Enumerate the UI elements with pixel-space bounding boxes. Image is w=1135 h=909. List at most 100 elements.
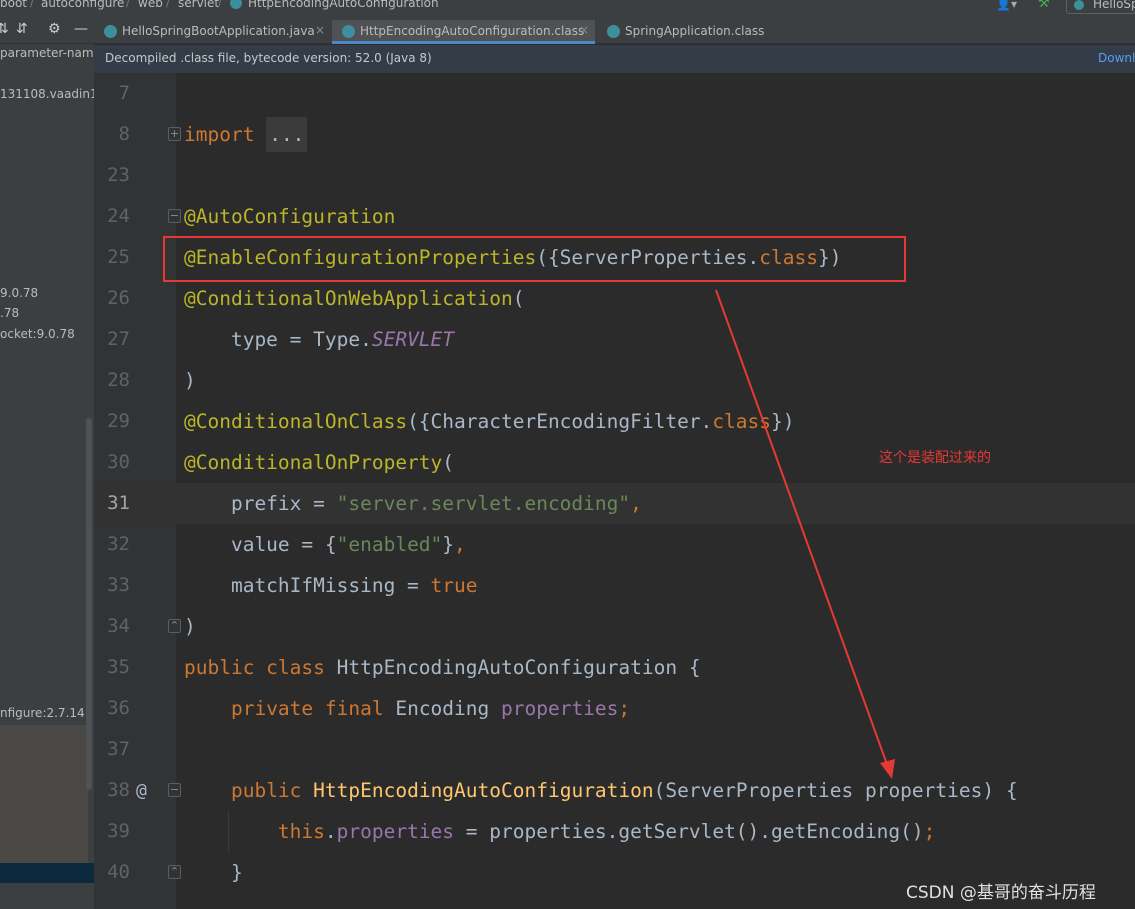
fold-collapse-icon[interactable]: − bbox=[168, 783, 181, 797]
tree-item[interactable]: 131108.vaadin1 bbox=[0, 87, 94, 101]
collapse-all-icon[interactable]: ⇅ bbox=[0, 21, 9, 37]
spring-boot-icon bbox=[1074, 0, 1084, 10]
code-line[interactable]: type = Type.SERVLET bbox=[184, 319, 454, 360]
tab-label: SpringApplication.class bbox=[625, 24, 765, 38]
download-sources-link[interactable]: Downl bbox=[1098, 51, 1135, 65]
run-configuration-label: HelloSp bbox=[1093, 0, 1135, 11]
build-hammer-icon[interactable]: ⚒ bbox=[1038, 0, 1050, 11]
tree-item[interactable]: 9.0.78 bbox=[0, 286, 38, 300]
line-number: 34 bbox=[107, 615, 130, 637]
tab-hellospringbootapplication[interactable]: HelloSpringBootApplication.java × bbox=[94, 20, 331, 44]
gear-icon[interactable]: ⚙ bbox=[48, 21, 61, 37]
code-line[interactable]: @ConditionalOnClass({CharacterEncodingFi… bbox=[184, 401, 795, 442]
code-token: = properties.getServlet().getEncoding() bbox=[454, 820, 924, 843]
breadcrumb-item[interactable]: HttpEncodingAutoConfiguration bbox=[248, 0, 439, 10]
line-number: 31 bbox=[107, 492, 130, 514]
code-token: matchIfMissing = bbox=[184, 574, 431, 597]
code-token: prefix = bbox=[184, 492, 337, 515]
code-line[interactable]: import ... bbox=[184, 114, 308, 155]
tab-springapplication[interactable]: SpringApplication.class bbox=[597, 20, 783, 44]
user-icon[interactable]: 👤▾ bbox=[996, 0, 1017, 11]
code-token: SERVLET bbox=[371, 328, 455, 351]
code-line[interactable]: ) bbox=[184, 360, 196, 401]
code-line[interactable]: @AutoConfiguration bbox=[184, 196, 395, 237]
expand-icon[interactable]: ⇵ bbox=[16, 21, 28, 37]
code-line[interactable]: public HttpEncodingAutoConfiguration(Ser… bbox=[184, 770, 1018, 811]
fold-expand-icon[interactable]: + bbox=[168, 127, 181, 141]
breadcrumb-item[interactable]: servlet bbox=[178, 0, 219, 10]
code-token: class bbox=[712, 410, 772, 433]
tree-item[interactable]: .78 bbox=[0, 306, 19, 320]
code-token: @ConditionalOnProperty bbox=[184, 451, 443, 474]
breadcrumb-separator: / bbox=[30, 0, 35, 9]
line-number: 28 bbox=[107, 369, 130, 391]
line-number: 39 bbox=[107, 820, 130, 842]
line-number: 29 bbox=[107, 410, 130, 432]
code-token: ( bbox=[442, 451, 455, 474]
hide-icon[interactable]: — bbox=[74, 21, 88, 37]
code-line[interactable]: @ConditionalOnProperty( bbox=[184, 442, 454, 483]
code-token: ) bbox=[184, 615, 196, 638]
code-token: }) bbox=[771, 410, 795, 433]
code-token: private final bbox=[230, 697, 384, 720]
code-line[interactable]: ) bbox=[184, 606, 196, 647]
code-token: public bbox=[230, 779, 302, 802]
code-line[interactable]: private final Encoding properties; bbox=[184, 688, 630, 729]
code-line[interactable]: value = {"enabled"}, bbox=[184, 524, 466, 565]
tab-label: HelloSpringBootApplication.java bbox=[122, 24, 315, 38]
editor-tabs: HelloSpringBootApplication.java × HttpEn… bbox=[94, 20, 1135, 44]
line-number: 23 bbox=[107, 164, 130, 186]
breadcrumb-item[interactable]: web bbox=[138, 0, 163, 10]
code-line[interactable]: } bbox=[184, 852, 243, 893]
breadcrumb-separator: / bbox=[166, 0, 171, 9]
watermark: CSDN @基哥的奋斗历程 bbox=[906, 883, 1096, 903]
code-token: @AutoConfiguration bbox=[184, 205, 396, 228]
tab-httpencodingautoconfiguration[interactable]: HttpEncodingAutoConfiguration.class × bbox=[332, 20, 595, 44]
fold-collapse-icon[interactable]: ⌃ bbox=[168, 865, 181, 879]
breadcrumb-item[interactable]: autoconfigure bbox=[41, 0, 124, 10]
project-scrollbar[interactable] bbox=[86, 418, 92, 790]
run-configuration-selector[interactable]: HelloSp bbox=[1066, 0, 1135, 14]
java-class-icon bbox=[607, 25, 620, 38]
code-token: HttpEncodingAutoConfiguration { bbox=[324, 656, 701, 679]
code-token: ... bbox=[266, 117, 308, 152]
tree-selected-row[interactable] bbox=[0, 863, 94, 883]
code-token: "server.servlet.encoding" bbox=[336, 492, 631, 515]
annotation-gutter-icon[interactable]: @ bbox=[136, 770, 147, 811]
code-token: HttpEncodingAutoConfiguration bbox=[313, 779, 654, 802]
close-icon[interactable]: × bbox=[579, 23, 589, 37]
code-token: properties bbox=[501, 697, 619, 720]
code-token: ( bbox=[512, 287, 525, 310]
code-token: } bbox=[184, 861, 243, 884]
line-number: 27 bbox=[107, 328, 130, 350]
code-line[interactable]: @ConditionalOnWebApplication( bbox=[184, 278, 524, 319]
tab-label: HttpEncodingAutoConfiguration.class bbox=[360, 24, 585, 38]
code-line[interactable]: prefix = "server.servlet.encoding", bbox=[184, 483, 642, 524]
project-toolbar: ⇅ ⇵ ⚙ — bbox=[0, 20, 94, 44]
tree-hover-region bbox=[0, 725, 88, 863]
tree-item[interactable]: parameter-name bbox=[0, 46, 94, 60]
line-number: 40 bbox=[107, 861, 130, 883]
line-number: 7 bbox=[118, 82, 130, 104]
code-token: true bbox=[430, 574, 478, 597]
line-number: 25 bbox=[107, 246, 130, 268]
fold-collapse-icon[interactable]: ⌃ bbox=[168, 619, 181, 633]
line-number: 26 bbox=[107, 287, 130, 309]
code-line[interactable]: public class HttpEncodingAutoConfigurati… bbox=[184, 647, 701, 688]
tree-item[interactable]: ocket:9.0.78 bbox=[0, 327, 75, 341]
highlight-box bbox=[163, 236, 906, 282]
code-line[interactable]: matchIfMissing = true bbox=[184, 565, 478, 606]
line-number: 8 bbox=[118, 123, 130, 145]
code-token: . bbox=[324, 820, 337, 843]
breadcrumb-item[interactable]: boot bbox=[0, 0, 27, 10]
annotation-note: 这个是装配过来的 bbox=[879, 450, 991, 466]
fold-collapse-icon[interactable]: − bbox=[168, 209, 181, 223]
code-line[interactable]: this.properties = properties.getServlet(… bbox=[184, 811, 935, 852]
close-icon[interactable]: × bbox=[315, 23, 325, 37]
tree-item[interactable]: nfigure:2.7.14 bbox=[0, 706, 85, 720]
code-token: } bbox=[442, 533, 455, 556]
code-token: type = Type. bbox=[184, 328, 372, 351]
